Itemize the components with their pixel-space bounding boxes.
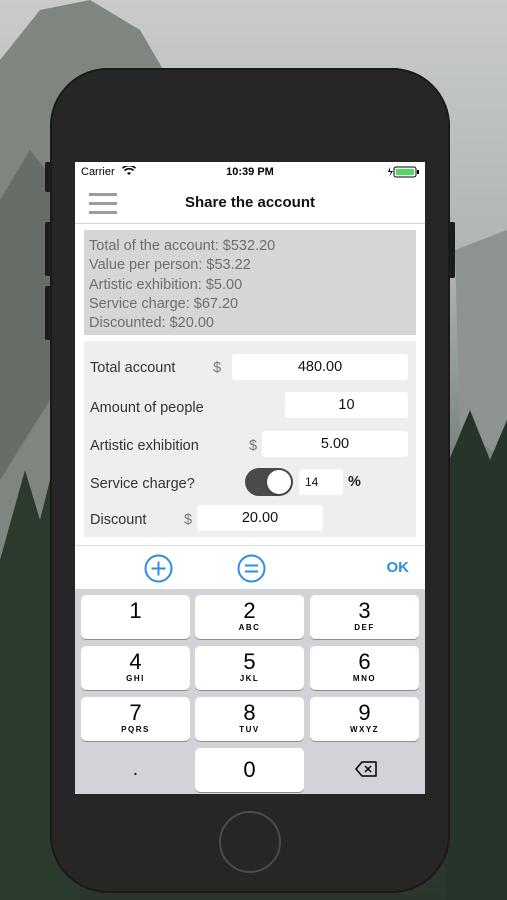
volume-down-button (45, 286, 51, 340)
key-digit: 7 (129, 700, 142, 725)
key-letters: JKL (239, 674, 260, 683)
key-letters: TUV (239, 725, 260, 734)
key-letters: WXYZ (349, 725, 380, 734)
input-form: Total account $ 480.00 Amount of people … (84, 341, 416, 537)
summary-panel: Total of the account: $532.20 Value per … (84, 230, 416, 335)
key-digit: 0 (243, 757, 256, 782)
key-letters: GHI (126, 674, 145, 683)
key-digit: 6 (358, 649, 371, 674)
numeric-keypad: 1 2 ABC 3 DEF 4 GHI 5 JKL 6 MNO 7 PQRS 8 (75, 589, 425, 794)
summary-service-line: Service charge: $67.20 (89, 295, 239, 312)
total-account-field[interactable]: 480.00 (232, 354, 408, 380)
total-account-currency: $ (213, 360, 222, 376)
key-1[interactable]: 1 (81, 595, 190, 639)
summary-artistic-line: Artistic exhibition: $5.00 (89, 276, 243, 293)
key-letters: DEF (354, 623, 375, 632)
artistic-exhibition-field[interactable]: 5.00 (262, 431, 408, 457)
key-letters: PQRS (121, 725, 150, 734)
navigation-bar: Share the account (75, 182, 425, 224)
power-button (449, 222, 455, 278)
key-4[interactable]: 4 GHI (81, 646, 190, 690)
key-7[interactable]: 7 PQRS (81, 697, 190, 741)
key-5[interactable]: 5 JKL (195, 646, 304, 690)
summary-total-line: Total of the account: $532.20 (89, 238, 276, 254)
key-9[interactable]: 9 WXYZ (310, 697, 419, 741)
keyboard-accessory-bar: OK (75, 545, 425, 589)
decimal-key[interactable]: . (81, 759, 190, 780)
app-screen: Carrier 10:39 PM Share the account Total… (75, 162, 425, 794)
status-time: 10:39 PM (226, 166, 274, 178)
status-bar: Carrier 10:39 PM (75, 162, 425, 182)
percent-sign: % (348, 474, 361, 490)
key-digit: 2 (243, 598, 256, 623)
key-digit: 8 (243, 700, 256, 725)
key-digit: 3 (358, 598, 371, 623)
key-0[interactable]: 0 (195, 748, 304, 792)
summary-discount-line: Discounted: $20.00 (89, 315, 214, 332)
ok-button[interactable]: OK (387, 559, 410, 576)
discount-field[interactable]: 20.00 (197, 505, 323, 531)
service-charge-percent-field[interactable]: 14 (299, 469, 343, 495)
key-letters: MNO (352, 674, 377, 683)
battery-icon (388, 166, 419, 178)
key-digit: 1 (129, 598, 142, 623)
discount-currency: $ (184, 512, 193, 528)
discount-label: Discount (90, 512, 147, 528)
volume-up-button (45, 222, 51, 276)
equals-circle-icon[interactable] (237, 554, 266, 583)
mute-switch (45, 162, 51, 192)
plus-circle-icon[interactable] (144, 554, 173, 583)
service-charge-toggle[interactable] (245, 468, 293, 496)
key-digit: 9 (358, 700, 371, 725)
home-button[interactable] (219, 811, 281, 873)
amount-people-label: Amount of people (90, 400, 204, 416)
backspace-icon[interactable] (355, 761, 377, 777)
key-digit: 4 (129, 649, 142, 674)
key-digit: 5 (243, 649, 256, 674)
key-2[interactable]: 2 ABC (195, 595, 304, 639)
amount-people-field[interactable]: 10 (285, 392, 408, 418)
page-title: Share the account (184, 194, 316, 211)
total-account-label: Total account (90, 360, 176, 376)
service-charge-label: Service charge? (90, 476, 195, 492)
toggle-knob (267, 470, 291, 494)
key-6[interactable]: 6 MNO (310, 646, 419, 690)
summary-per-person-line: Value per person: $53.22 (89, 257, 251, 274)
artistic-exhibition-label: Artistic exhibition (90, 438, 199, 454)
artistic-exhibition-currency: $ (249, 438, 258, 454)
key-letters: ABC (238, 623, 261, 632)
key-8[interactable]: 8 TUV (195, 697, 304, 741)
key-3[interactable]: 3 DEF (310, 595, 419, 639)
